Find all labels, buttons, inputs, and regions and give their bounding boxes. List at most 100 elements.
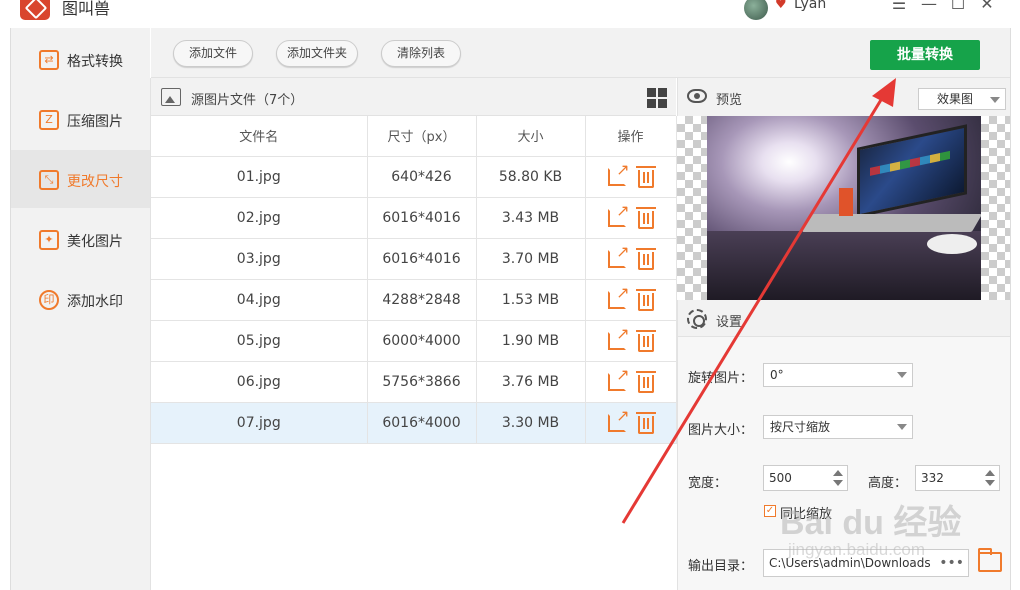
chevron-down-icon: [897, 424, 907, 430]
file-name-cell: 03.jpg: [151, 238, 368, 280]
add-file-button[interactable]: 添加文件: [173, 40, 253, 67]
dimensions-cell: 6016*4016: [367, 197, 477, 239]
username[interactable]: Lyan: [794, 0, 826, 12]
open-file-icon[interactable]: [607, 283, 629, 309]
trash-icon[interactable]: [635, 288, 656, 311]
actions-cell: [585, 361, 677, 403]
sidebar-item-format-convert[interactable]: ⇄ 格式转换: [11, 30, 151, 88]
column-header-filename: 文件名: [151, 116, 368, 157]
sidebar-item-label: 添加水印: [67, 294, 123, 310]
table-row[interactable]: 07.jpg 6016*4000 3.30 MB: [151, 402, 677, 444]
width-value: 500: [769, 471, 792, 485]
width-input[interactable]: 500: [763, 465, 848, 491]
open-file-icon[interactable]: [607, 201, 629, 227]
chevron-down-icon: [897, 372, 907, 378]
more-icon[interactable]: •••: [939, 550, 964, 576]
spin-down-icon[interactable]: [985, 480, 995, 486]
grid-view-icon[interactable]: [647, 88, 667, 108]
trash-icon[interactable]: [635, 165, 656, 188]
trash-icon[interactable]: [635, 206, 656, 229]
sidebar-item-compress[interactable]: Z 压缩图片: [11, 90, 151, 148]
minimize-button[interactable]: —: [918, 0, 940, 13]
size-cell: 3.30 MB: [476, 402, 586, 444]
sidebar-item-resize[interactable]: ⤡ 更改尺寸: [11, 150, 151, 208]
table-row[interactable]: 03.jpg 6016*4016 3.70 MB: [151, 238, 677, 280]
app-window: 图叫兽 ♥ Lyan ☰ — ☐ ✕ ⇄ 格式转换 Z 压缩图片 ⤡ 更改尺寸 …: [0, 0, 1020, 590]
add-folder-button[interactable]: 添加文件夹: [276, 40, 358, 67]
clear-list-button[interactable]: 清除列表: [381, 40, 461, 67]
size-cell: 3.70 MB: [476, 238, 586, 280]
image-icon: [161, 88, 181, 106]
table-row[interactable]: 05.jpg 6000*4000 1.90 MB: [151, 320, 677, 362]
size-cell: 3.43 MB: [476, 197, 586, 239]
column-header-size: 大小: [476, 116, 586, 157]
trash-icon[interactable]: [635, 247, 656, 270]
file-table: 文件名 尺寸（px） 大小 操作 01.jpg 640*426 58.80 KB…: [151, 116, 677, 444]
trash-icon[interactable]: [635, 370, 656, 393]
watermark-icon: 印: [39, 290, 59, 310]
size-mode-select[interactable]: 按尺寸缩放: [763, 415, 913, 439]
table-row[interactable]: 01.jpg 640*426 58.80 KB: [151, 156, 677, 198]
title-bar: 图叫兽 ♥ Lyan ☰ — ☐ ✕: [0, 0, 1020, 28]
dimensions-cell: 6016*4016: [367, 238, 477, 280]
open-file-icon[interactable]: [607, 365, 629, 391]
actions-cell: [585, 402, 677, 444]
rotate-select[interactable]: 0°: [763, 363, 913, 387]
size-cell: 58.80 KB: [476, 156, 586, 198]
rotate-label: 旋转图片：: [688, 371, 754, 386]
chevron-down-icon: [990, 97, 1000, 103]
actions-cell: [585, 320, 677, 362]
keep-ratio-checkbox[interactable]: ✓: [764, 505, 776, 517]
trash-icon[interactable]: [635, 329, 656, 352]
avatar[interactable]: [744, 0, 768, 20]
size-cell: 1.90 MB: [476, 320, 586, 362]
dimensions-cell: 6016*4000: [367, 402, 477, 444]
dimensions-cell: 640*426: [367, 156, 477, 198]
rotate-value: 0°: [770, 368, 784, 382]
dimensions-cell: 6000*4000: [367, 320, 477, 362]
open-file-icon[interactable]: [607, 242, 629, 268]
baidu-watermark-url: jingyan.baidu.com: [788, 540, 926, 559]
size-cell: 3.76 MB: [476, 361, 586, 403]
sidebar-item-label: 更改尺寸: [67, 174, 123, 190]
table-row[interactable]: 02.jpg 6016*4016 3.43 MB: [151, 197, 677, 239]
settings-title: 设置: [716, 315, 743, 330]
close-button[interactable]: ✕: [976, 0, 998, 13]
spin-up-icon[interactable]: [985, 470, 995, 476]
open-file-icon[interactable]: [607, 160, 629, 186]
size-cell: 1.53 MB: [476, 279, 586, 321]
compress-icon: Z: [39, 110, 59, 130]
app-title: 图叫兽: [62, 0, 111, 18]
file-name-cell: 06.jpg: [151, 361, 368, 403]
open-file-icon[interactable]: [607, 324, 629, 350]
format-convert-icon: ⇄: [39, 50, 59, 70]
baidu-watermark: Bai du 经验: [780, 504, 962, 542]
batch-convert-button[interactable]: 批量转换: [870, 40, 980, 70]
open-file-icon[interactable]: [607, 406, 629, 432]
restore-button[interactable]: ☐: [947, 0, 969, 13]
table-row[interactable]: 06.jpg 5756*3866 3.76 MB: [151, 361, 677, 403]
folder-icon[interactable]: [978, 548, 1002, 572]
photo-cup: [839, 188, 853, 216]
actions-cell: [585, 156, 677, 198]
table-row[interactable]: 04.jpg 4288*2848 1.53 MB: [151, 279, 677, 321]
table-header-row: 文件名 尺寸（px） 大小 操作: [151, 116, 677, 157]
spin-down-icon[interactable]: [833, 480, 843, 486]
height-input[interactable]: 332: [915, 465, 1000, 491]
sidebar-item-beautify[interactable]: ✦ 美化图片: [11, 210, 151, 268]
spin-up-icon[interactable]: [833, 470, 843, 476]
actions-cell: [585, 279, 677, 321]
sidebar-item-watermark[interactable]: 印 添加水印: [11, 270, 151, 328]
sidebar-item-label: 压缩图片: [67, 114, 123, 130]
preview-mode-select[interactable]: 效果图: [918, 88, 1006, 110]
file-list-title: 源图片文件（7个）: [191, 93, 304, 108]
dimensions-cell: 4288*2848: [367, 279, 477, 321]
settings-header: 设置: [677, 300, 1010, 337]
gear-icon: [687, 309, 707, 329]
actions-cell: [585, 197, 677, 239]
actions-cell: [585, 238, 677, 280]
photo-laptop-screen: [857, 124, 967, 218]
menu-button[interactable]: ☰: [888, 0, 910, 13]
photo-laptop-base: [801, 214, 981, 232]
trash-icon[interactable]: [635, 411, 656, 434]
